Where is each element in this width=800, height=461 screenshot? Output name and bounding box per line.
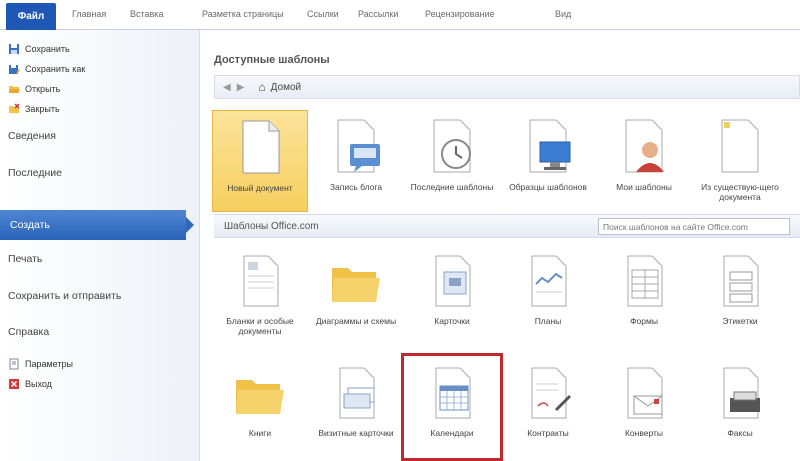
ribbon-tab-bar: Файл Главная Вставка Разметка страницы С… — [0, 0, 800, 30]
templates-navigation-bar: ◀ ▶ ⌂ Домой — [214, 75, 800, 99]
tile-label: Последние шаблоны — [410, 182, 494, 192]
from-existing-icon — [721, 119, 759, 173]
tile-sample-templates[interactable]: Образцы шаблонов — [500, 110, 596, 212]
fax-icon — [723, 367, 760, 419]
tile-business-cards[interactable]: Визитные карточки — [308, 356, 404, 458]
folder-icon — [332, 268, 380, 302]
save-label: Сохранить — [25, 44, 70, 54]
nav-save-and-send[interactable]: Сохранить и отправить — [8, 290, 121, 302]
tile-label: Конверты — [624, 428, 664, 438]
tile-label: Контракты — [527, 428, 569, 438]
save-icon — [8, 43, 20, 55]
back-arrow-icon[interactable]: ◀ — [223, 82, 231, 93]
exit-button[interactable]: Выход — [8, 375, 52, 393]
blank-document-icon — [242, 120, 280, 174]
tab-references[interactable]: Ссылки — [307, 9, 339, 19]
envelope-icon — [627, 367, 663, 419]
tile-label: Бланки и особые документы — [226, 316, 294, 336]
tab-mailings[interactable]: Рассылки — [358, 9, 398, 19]
tile-books[interactable]: Книги — [212, 356, 308, 458]
close-label: Закрыть — [25, 104, 60, 114]
forms-document-icon — [243, 255, 279, 307]
tile-label: Визитные карточки — [318, 428, 394, 438]
tile-label: Из существую-щего документа — [701, 182, 779, 202]
tile-label: Этикетки — [722, 316, 758, 326]
page-title: Доступные шаблоны — [214, 54, 330, 66]
save-as-label: Сохранить как — [25, 64, 86, 74]
tile-label: Запись блога — [329, 182, 383, 192]
tile-label: Диаграммы и схемы — [315, 316, 397, 326]
open-label: Открыть — [25, 84, 61, 94]
forms-icon — [627, 255, 663, 307]
exit-icon — [8, 378, 20, 390]
options-button[interactable]: Параметры — [8, 355, 73, 373]
tile-labels[interactable]: Этикетки — [692, 244, 788, 346]
plans-icon — [531, 255, 567, 307]
folder-icon — [236, 380, 284, 414]
tile-calendars[interactable]: Календари — [401, 353, 503, 461]
tab-view[interactable]: Вид — [555, 9, 571, 19]
tile-faxes[interactable]: Факсы — [692, 356, 788, 458]
tile-forms[interactable]: Формы — [596, 244, 692, 346]
options-label: Параметры — [25, 359, 73, 369]
tile-new-document[interactable]: Новый документ — [212, 110, 308, 212]
tab-page-layout[interactable]: Разметка страницы — [202, 9, 284, 19]
tab-home[interactable]: Главная — [72, 9, 106, 19]
tile-forms-documents[interactable]: Бланки и особые документы — [212, 244, 308, 346]
nav-print[interactable]: Печать — [8, 253, 42, 265]
tile-label: Образцы шаблонов — [509, 182, 587, 192]
labels-icon — [723, 255, 759, 307]
business-cards-icon — [339, 367, 375, 419]
recent-templates-icon — [433, 119, 471, 173]
close-folder-icon — [8, 103, 20, 115]
nav-help[interactable]: Справка — [8, 326, 49, 338]
tab-file[interactable]: Файл — [6, 3, 56, 30]
blog-post-icon — [337, 119, 380, 173]
home-link[interactable]: Домой — [271, 82, 301, 93]
sample-templates-icon — [529, 119, 571, 173]
save-button[interactable]: Сохранить — [8, 40, 70, 58]
office-templates-title: Шаблоны Office.com — [224, 221, 319, 232]
backstage-nav: Сохранить Сохранить как Открыть Закрыть … — [0, 30, 200, 461]
tile-label: Книги — [248, 428, 272, 438]
tile-label: Планы — [534, 316, 562, 326]
open-button[interactable]: Открыть — [8, 80, 60, 98]
nav-info[interactable]: Сведения — [8, 130, 56, 142]
save-as-icon — [8, 63, 20, 75]
home-icon[interactable]: ⌂ — [258, 80, 265, 94]
tile-label: Факсы — [727, 428, 753, 438]
tab-insert[interactable]: Вставка — [130, 9, 163, 19]
options-icon — [8, 358, 20, 370]
nav-create[interactable]: Создать — [0, 210, 194, 240]
cards-icon — [435, 255, 471, 307]
tile-my-templates[interactable]: Мои шаблоны — [596, 110, 692, 212]
nav-recent[interactable]: Последние — [8, 167, 62, 179]
tile-from-existing[interactable]: Из существую-щего документа — [692, 110, 788, 212]
tile-label: Мои шаблоны — [616, 182, 672, 192]
templates-pane: Доступные шаблоны ◀ ▶ ⌂ Домой Новый доку… — [200, 30, 800, 461]
tile-contracts[interactable]: Контракты — [500, 356, 596, 458]
tile-blog-post[interactable]: Запись блога — [308, 110, 404, 212]
tile-label: Карточки — [434, 316, 470, 326]
exit-label: Выход — [25, 379, 52, 389]
close-button[interactable]: Закрыть — [8, 100, 60, 118]
tile-plans[interactable]: Планы — [500, 244, 596, 346]
tile-label: Календари — [430, 428, 474, 438]
forward-arrow-icon[interactable]: ▶ — [237, 82, 245, 93]
tile-label: Формы — [630, 316, 658, 326]
tile-diagrams[interactable]: Диаграммы и схемы — [308, 244, 404, 346]
save-as-button[interactable]: Сохранить как — [8, 60, 85, 78]
tile-cards[interactable]: Карточки — [404, 244, 500, 346]
tile-envelopes[interactable]: Конверты — [596, 356, 692, 458]
tile-label: Новый документ — [227, 183, 293, 193]
contracts-icon — [531, 367, 572, 419]
tile-recent-templates[interactable]: Последние шаблоны — [404, 110, 500, 212]
open-folder-icon — [8, 83, 20, 95]
office-templates-bar: Шаблоны Office.com — [214, 214, 800, 238]
tab-review[interactable]: Рецензирование — [425, 9, 495, 19]
my-templates-icon — [625, 119, 664, 173]
office-search-input[interactable] — [598, 218, 790, 235]
calendar-icon — [435, 367, 471, 419]
